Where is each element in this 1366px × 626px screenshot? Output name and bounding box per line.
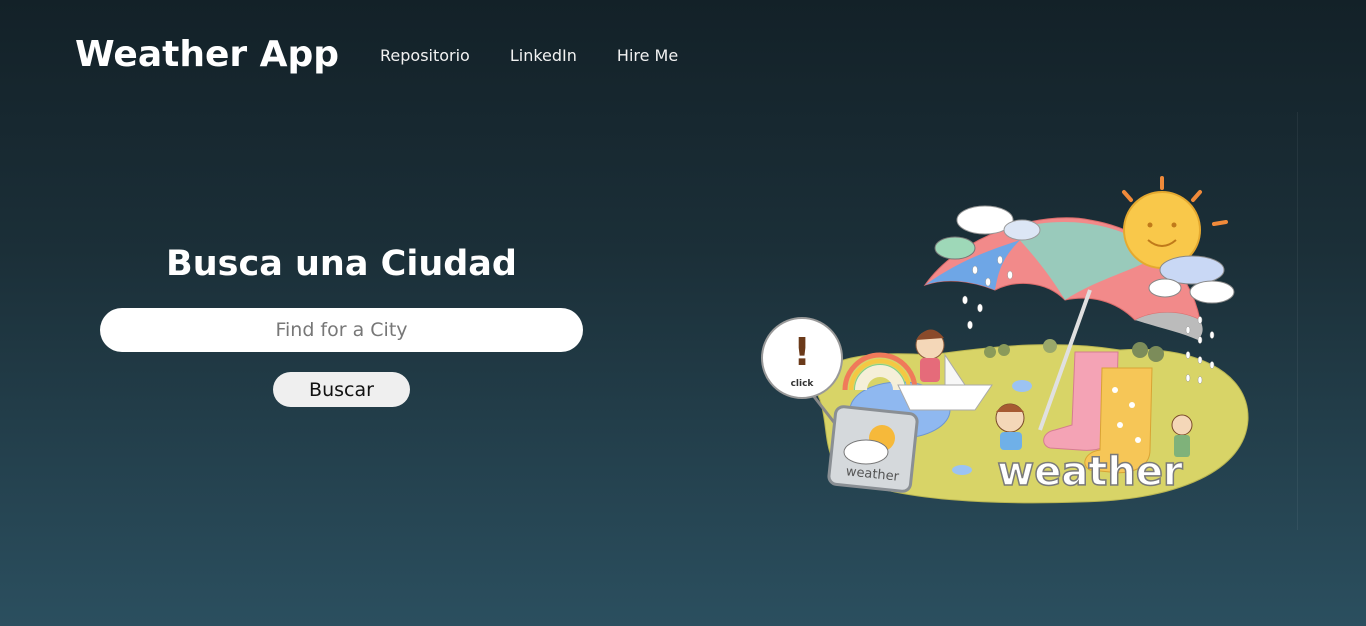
sun-icon <box>1122 176 1228 269</box>
search-button[interactable]: Buscar <box>273 372 410 407</box>
badge-text: click <box>791 379 815 389</box>
svg-text:!: ! <box>793 330 810 374</box>
weather-sign-icon: weather <box>827 405 919 493</box>
child-figure-icon <box>995 403 1025 450</box>
nav-link-repositorio[interactable]: Repositorio <box>380 46 470 65</box>
puddle <box>1012 380 1032 392</box>
nav-link-hire-me[interactable]: Hire Me <box>617 46 678 65</box>
weather-ground-text: weather <box>997 449 1183 495</box>
nav-links: Repositorio LinkedIn Hire Me <box>380 46 678 65</box>
brand-title[interactable]: Weather App <box>75 34 339 75</box>
nav-link-linkedin[interactable]: LinkedIn <box>510 46 577 65</box>
divider <box>1297 112 1298 530</box>
puddle <box>952 465 972 475</box>
search-section: Busca una Ciudad Buscar <box>100 240 583 407</box>
cloud-icon <box>934 236 976 260</box>
search-title: Busca una Ciudad <box>166 244 517 284</box>
navbar: Weather App Repositorio LinkedIn Hire Me <box>0 0 1366 112</box>
city-search-input[interactable] <box>100 308 583 352</box>
weather-illustration: ! click weather weather <box>761 176 1249 504</box>
